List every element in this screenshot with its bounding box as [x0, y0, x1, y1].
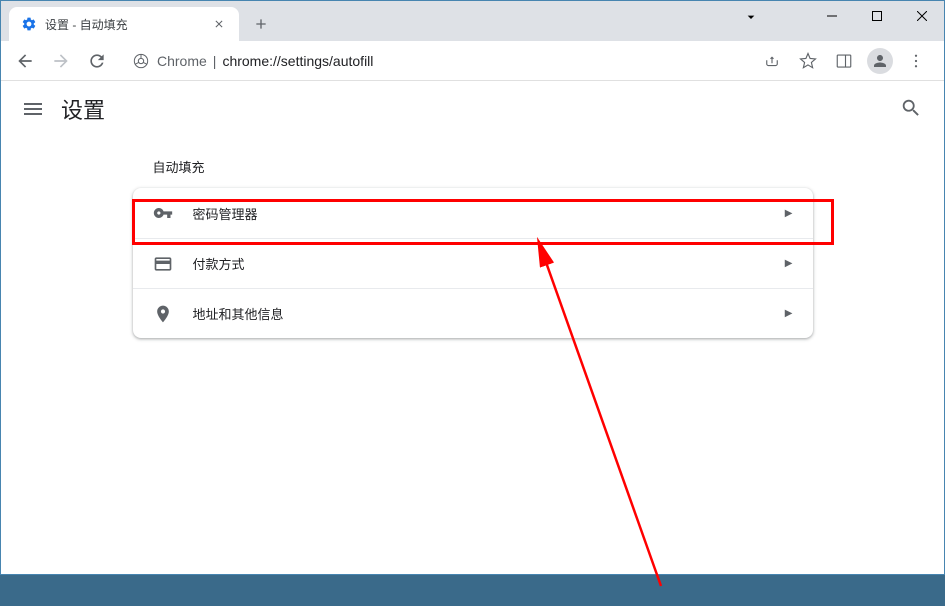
toolbar-right [756, 45, 932, 77]
section-title: 自动填充 [133, 157, 813, 176]
back-button[interactable] [9, 45, 41, 77]
bookmark-star-icon[interactable] [792, 45, 824, 77]
location-pin-icon [153, 304, 173, 324]
row-payment-methods[interactable]: 付款方式 ▶ [133, 238, 813, 288]
page-title: 设置 [61, 93, 900, 125]
row-label: 密码管理器 [193, 204, 785, 223]
url-prefix: Chrome [157, 53, 207, 69]
hamburger-menu-icon[interactable] [21, 97, 45, 121]
url-path: chrome://settings/autofill [222, 53, 373, 69]
page-content: 设置 自动填充 密码管理器 ▶ [1, 81, 944, 574]
minimize-button[interactable] [809, 1, 854, 31]
chevron-right-icon: ▶ [785, 308, 793, 319]
chevron-right-icon: ▶ [785, 208, 793, 219]
reload-button[interactable] [81, 45, 113, 77]
browser-window: 设置 - 自动填充 [0, 0, 945, 575]
row-label: 付款方式 [193, 254, 785, 273]
settings-card: 密码管理器 ▶ 付款方式 ▶ 地址和其他信息 [133, 188, 813, 338]
side-panel-icon[interactable] [828, 45, 860, 77]
window-controls [809, 1, 944, 31]
profile-avatar[interactable] [864, 45, 896, 77]
browser-tab[interactable]: 设置 - 自动填充 [9, 7, 239, 41]
url-separator: | [213, 53, 217, 69]
maximize-button[interactable] [854, 1, 899, 31]
row-addresses[interactable]: 地址和其他信息 ▶ [133, 288, 813, 338]
search-icon[interactable] [900, 97, 924, 121]
toolbar: Chrome | chrome://settings/autofill [1, 41, 944, 81]
chrome-logo-icon [133, 53, 149, 69]
forward-button[interactable] [45, 45, 77, 77]
chevron-right-icon: ▶ [785, 258, 793, 269]
close-tab-icon[interactable] [211, 16, 227, 32]
address-bar[interactable]: Chrome | chrome://settings/autofill [125, 46, 744, 76]
settings-panel: 自动填充 密码管理器 ▶ 付款方式 ▶ [133, 157, 813, 338]
key-icon [153, 203, 173, 223]
new-tab-button[interactable] [247, 10, 275, 38]
titlebar: 设置 - 自动填充 [1, 1, 944, 41]
credit-card-icon [153, 254, 173, 274]
share-icon[interactable] [756, 45, 788, 77]
tab-search-icon[interactable] [743, 9, 759, 30]
settings-gear-icon [21, 16, 37, 32]
settings-header: 设置 [1, 81, 944, 137]
row-password-manager[interactable]: 密码管理器 ▶ [133, 188, 813, 238]
close-window-button[interactable] [899, 1, 944, 31]
tab-title: 设置 - 自动填充 [45, 16, 211, 33]
menu-dots-icon[interactable] [900, 45, 932, 77]
settings-main: 自动填充 密码管理器 ▶ 付款方式 ▶ [1, 137, 944, 358]
row-label: 地址和其他信息 [193, 304, 785, 323]
